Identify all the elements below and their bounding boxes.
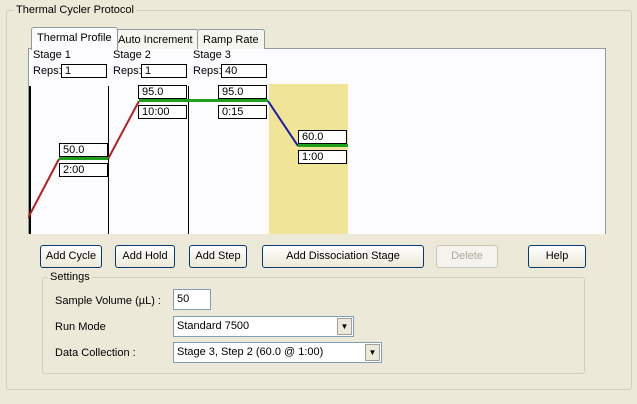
step-3-temp-input[interactable]: 95.0 bbox=[218, 85, 267, 99]
hold-line bbox=[139, 99, 188, 102]
sample-volume-input[interactable]: 50 bbox=[173, 289, 211, 310]
step-2-time-input[interactable]: 10:00 bbox=[138, 105, 187, 119]
run-mode-value: Standard 7500 bbox=[177, 320, 250, 332]
sample-volume-label: Sample Volume (µL) : bbox=[55, 295, 161, 307]
dropdown-arrow-icon[interactable]: ▼ bbox=[337, 318, 352, 335]
step-1-temp-input[interactable]: 50.0 bbox=[59, 143, 108, 157]
hold-line bbox=[298, 144, 348, 147]
step-4-temp-input[interactable]: 60.0 bbox=[298, 130, 347, 144]
step-3-time-input[interactable]: 0:15 bbox=[218, 105, 267, 119]
thermal-profile-graph[interactable]: Stage 1 Stage 2 Stage 3 Reps: 1 Reps: 1 … bbox=[28, 48, 606, 234]
run-mode-label: Run Mode bbox=[55, 321, 106, 333]
protocol-groupbox-title: Thermal Cycler Protocol bbox=[14, 4, 136, 17]
ramp-down-line bbox=[267, 100, 299, 147]
run-mode-select[interactable]: Standard 7500 ▼ bbox=[173, 316, 354, 337]
settings-title: Settings bbox=[48, 271, 92, 284]
step-2-temp-input[interactable]: 95.0 bbox=[138, 85, 187, 99]
delete-button[interactable]: Delete bbox=[436, 245, 498, 268]
tab-auto-increment[interactable]: Auto Increment bbox=[112, 29, 199, 49]
step-4-time-input[interactable]: 1:00 bbox=[298, 150, 347, 164]
step-1-time-input[interactable]: 2:00 bbox=[59, 163, 108, 177]
add-step-button[interactable]: Add Step bbox=[189, 245, 247, 268]
add-cycle-button[interactable]: Add Cycle bbox=[40, 245, 102, 268]
ramp-up-line bbox=[28, 158, 60, 219]
help-button[interactable]: Help bbox=[528, 245, 586, 268]
data-collection-value: Stage 3, Step 2 (60.0 @ 1:00) bbox=[177, 346, 324, 358]
ramp-up-line bbox=[107, 100, 140, 160]
add-hold-button[interactable]: Add Hold bbox=[115, 245, 175, 268]
hold-line bbox=[188, 99, 268, 102]
dropdown-arrow-icon[interactable]: ▼ bbox=[365, 344, 380, 361]
tab-ramp-rate[interactable]: Ramp Rate bbox=[197, 29, 265, 49]
data-collection-label: Data Collection : bbox=[55, 347, 136, 359]
data-collection-select[interactable]: Stage 3, Step 2 (60.0 @ 1:00) ▼ bbox=[173, 342, 382, 363]
add-dissociation-stage-button[interactable]: Add Dissociation Stage bbox=[262, 245, 424, 268]
hold-line bbox=[59, 157, 108, 160]
tab-thermal-profile[interactable]: Thermal Profile bbox=[31, 27, 118, 50]
